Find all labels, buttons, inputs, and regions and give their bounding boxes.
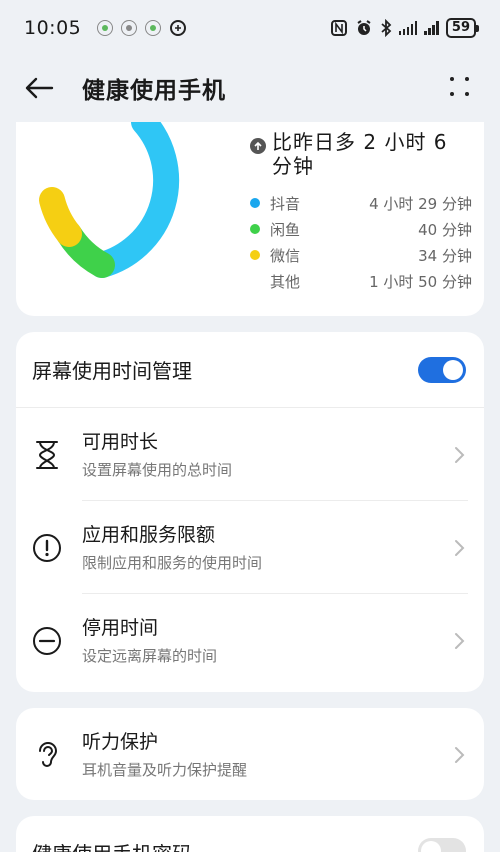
compare-text: 比昨日多 2 小时 6 分钟 (272, 130, 448, 178)
legend-item: 其他 1 小时 50 分钟 (250, 268, 472, 294)
chevron-right-icon (455, 539, 465, 556)
bluetooth-icon (381, 19, 392, 37)
ear-icon (30, 738, 64, 772)
notification-icon (97, 20, 114, 36)
back-arrow-icon[interactable] (24, 68, 64, 108)
summary-info: 比昨日多 2 小时 6 分钟 抖音 4 小时 29 分钟 闲鱼 40 分钟 微信… (250, 130, 472, 294)
row-title: 应用和服务限额 (82, 524, 216, 546)
signal-icon (424, 21, 439, 35)
screen-time-toggle-label: 屏幕使用时间管理 (32, 359, 192, 383)
hourglass-icon (30, 438, 64, 472)
row-subtitle: 设置屏幕使用的总时间 (82, 461, 233, 479)
list-item-downtime[interactable]: 停用时间 设定远离屏幕的时间 (16, 594, 484, 687)
row-subtitle: 耳机音量及听力保护提醒 (82, 761, 248, 779)
status-time: 10:05 (24, 17, 82, 39)
legend-item: 微信 34 分钟 (250, 242, 472, 268)
more-options-icon[interactable] (446, 73, 476, 103)
legend-item: 抖音 4 小时 29 分钟 (250, 190, 472, 216)
password-card: 健康使用手机密码 (16, 816, 484, 852)
legend-value: 4 小时 29 分钟 (369, 194, 472, 213)
legend-value: 34 分钟 (418, 246, 472, 265)
list-item-available-time[interactable]: 可用时长 设置屏幕使用的总时间 (16, 408, 484, 501)
screen-time-management-card: 屏幕使用时间管理 可用时长 设置屏幕使用的总时间 应用和服务限额 限制应用和服务… (16, 332, 484, 692)
arrow-up-icon (250, 138, 266, 154)
password-switch[interactable] (418, 838, 466, 852)
usage-donut-chart (39, 122, 180, 278)
notification-icon (121, 20, 138, 36)
alert-circle-icon (30, 531, 64, 565)
compare-yesterday: 比昨日多 2 小时 6 分钟 (250, 130, 472, 178)
legend-dot (250, 224, 260, 234)
page-title: 健康使用手机 (82, 78, 226, 104)
signal-icon (398, 21, 418, 35)
legend-dot (250, 250, 260, 260)
chevron-right-icon (455, 632, 465, 649)
notification-icon (145, 20, 162, 36)
chevron-right-icon (455, 446, 465, 463)
legend-value: 1 小时 50 分钟 (369, 272, 472, 291)
hearing-protection-card: 听力保护 耳机音量及听力保护提醒 (16, 708, 484, 800)
minus-circle-icon (30, 624, 64, 658)
legend-name: 闲鱼 (270, 220, 301, 239)
data-saver-icon (170, 20, 187, 36)
app-bar: 健康使用手机 (0, 56, 500, 120)
donut-segment-weixin (39, 187, 82, 247)
alarm-icon (357, 20, 371, 35)
chevron-right-icon (455, 746, 465, 763)
legend-dot (250, 276, 260, 286)
status-bar: 10:05 59 (0, 0, 500, 56)
legend-name: 抖音 (270, 194, 301, 213)
nfc-icon (330, 20, 347, 36)
password-toggle-row[interactable]: 健康使用手机密码 (16, 816, 484, 852)
usage-legend: 抖音 4 小时 29 分钟 闲鱼 40 分钟 微信 34 分钟 其他 1 小时 … (250, 190, 472, 294)
row-title: 停用时间 (82, 617, 159, 639)
battery-icon: 59 (445, 18, 480, 38)
row-title: 可用时长 (82, 431, 159, 453)
password-toggle-label: 健康使用手机密码 (32, 838, 192, 852)
donut-segment-douyin (89, 122, 180, 278)
row-subtitle: 限制应用和服务的使用时间 (82, 554, 263, 572)
legend-name: 其他 (270, 272, 301, 291)
row-title: 听力保护 (82, 731, 159, 753)
legend-dot (250, 198, 260, 208)
screen-time-switch[interactable] (418, 356, 466, 383)
list-item-app-limits[interactable]: 应用和服务限额 限制应用和服务的使用时间 (16, 501, 484, 594)
row-subtitle: 设定远离屏幕的时间 (82, 647, 218, 665)
legend-value: 40 分钟 (418, 220, 472, 239)
list-item-hearing-protection[interactable]: 听力保护 耳机音量及听力保护提醒 (16, 708, 484, 800)
legend-item: 闲鱼 40 分钟 (250, 216, 472, 242)
legend-name: 微信 (270, 246, 301, 265)
usage-summary-card: 比昨日多 2 小时 6 分钟 抖音 4 小时 29 分钟 闲鱼 40 分钟 微信… (16, 122, 484, 316)
screen-time-toggle-row[interactable]: 屏幕使用时间管理 (16, 332, 484, 408)
